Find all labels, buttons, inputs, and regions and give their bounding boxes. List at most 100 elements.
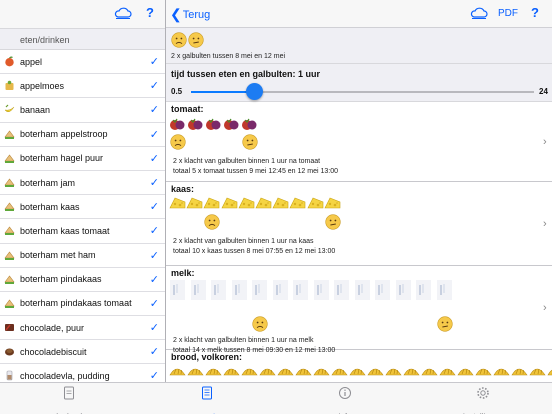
chocolate-icon <box>4 322 15 333</box>
left-help-button[interactable]: ? <box>146 5 154 20</box>
checkmark-icon: ✓ <box>149 128 159 141</box>
cheese-icon <box>272 196 289 216</box>
sad-face-icon <box>252 316 268 337</box>
slider-thumb[interactable] <box>246 83 264 100</box>
unsure-face-icon <box>325 214 341 235</box>
list-item[interactable]: appelmoes ✓ <box>0 74 165 99</box>
milk-icon <box>272 280 293 300</box>
food-label: boterham kaas tomaat <box>20 225 110 236</box>
list-item[interactable]: appel ✓ <box>0 50 165 75</box>
bread-icon <box>493 364 511 382</box>
food-name: tomaat: <box>171 104 204 114</box>
milk-icon <box>415 280 436 300</box>
list-item[interactable]: boterham pindakaas ✓ <box>0 268 165 292</box>
list-item[interactable]: banaan ✓ <box>0 98 165 123</box>
food-report-bread[interactable]: brood, volkoren: <box>166 350 552 382</box>
complaint-line: 2 x klacht van galbulten binnen 1 uur na… <box>173 238 314 245</box>
food-report-milk[interactable]: melk: 2 x klacht van galbulten binnen 1 u… <box>166 266 552 354</box>
food-label: appel <box>20 56 43 67</box>
food-tile-row <box>169 280 456 300</box>
food-label: boterham kaas <box>20 201 80 212</box>
bread-icon <box>511 364 529 382</box>
list-item[interactable]: chocoladebiscuit ✓ <box>0 340 165 365</box>
bread-icon <box>529 364 547 382</box>
cheese-icon <box>255 196 272 216</box>
food-label: appelmoes <box>20 80 65 91</box>
total-line: totaal 5 x tomaat tussen 9 mei 12:45 en … <box>173 168 338 175</box>
complaint-line: 2 x klacht van galbulten binnen 1 uur na… <box>173 337 314 344</box>
milk-icon <box>210 280 231 300</box>
bread-icon <box>241 364 259 382</box>
list-item[interactable]: boterham met ham ✓ <box>0 244 165 268</box>
bread-icon <box>313 364 331 382</box>
cloud-upload-icon[interactable] <box>470 6 488 24</box>
milk-icon <box>374 280 395 300</box>
summary-section: 2 x galbulten tussen 8 mei en 12 mei <box>166 28 552 64</box>
cheese-icon <box>324 196 341 216</box>
sandwich-icon <box>4 298 15 309</box>
milk-icon <box>333 280 354 300</box>
banana-icon <box>4 104 15 115</box>
milk-icon <box>395 280 416 300</box>
bread-icon <box>457 364 475 382</box>
reports-icon <box>138 386 276 405</box>
bread-icon <box>367 364 385 382</box>
slider-title: tijd tussen eten en galbulten: 1 uur <box>171 69 321 79</box>
bread-icon <box>223 364 241 382</box>
list-item[interactable]: boterham appelstroop ✓ <box>0 123 165 147</box>
list-item[interactable]: boterham kaas tomaat ✓ <box>0 219 165 244</box>
cheese-icon <box>221 196 238 216</box>
slider-fill <box>191 91 255 93</box>
tab-dagboek[interactable]: dagboek <box>0 383 138 414</box>
slider-track[interactable] <box>191 91 534 93</box>
checkmark-icon: ✓ <box>149 297 159 310</box>
list-item[interactable]: boterham pindakaas tomaat ✓ <box>0 292 165 317</box>
bread-icon <box>205 364 223 382</box>
back-button[interactable]: ❮Terug <box>170 6 210 23</box>
bread-icon <box>421 364 439 382</box>
bread-icon <box>403 364 421 382</box>
checkmark-icon: ✓ <box>149 370 159 382</box>
report-panel: ❮Terug PDF ? 2 x galbulten tussen 8 mei … <box>166 0 552 382</box>
food-label: banaan <box>20 104 51 115</box>
sandwich-icon <box>4 225 15 236</box>
tab-rapporten[interactable]: rapporten <box>138 383 276 414</box>
food-label: boterham met ham <box>20 250 96 261</box>
food-report-tomato[interactable]: tomaat: 2 x klacht van galbulten binnen 1… <box>166 102 552 182</box>
tomato-icon <box>169 116 187 136</box>
chevron-right-icon[interactable]: › <box>543 218 547 230</box>
list-item[interactable]: boterham kaas ✓ <box>0 195 165 220</box>
chevron-left-icon: ❮ <box>170 6 182 22</box>
food-report-cheese[interactable]: kaas: 2 x klacht van galbulten binnen 1 u… <box>166 182 552 266</box>
chevron-right-icon[interactable]: › <box>543 302 547 314</box>
cloud-sync-icon[interactable] <box>114 6 132 24</box>
milk-icon <box>231 280 252 300</box>
bread-icon <box>169 364 187 382</box>
sandwich-icon <box>4 177 15 188</box>
left-toolbar: ? <box>0 0 165 28</box>
bread-icon <box>439 364 457 382</box>
bread-icon <box>547 364 552 382</box>
right-help-button[interactable]: ? <box>531 5 539 20</box>
checkmark-icon: ✓ <box>149 152 159 165</box>
sandwich-icon <box>4 153 15 164</box>
food-tile-row <box>169 364 552 382</box>
bread-icon <box>349 364 367 382</box>
sandwich-icon <box>4 201 15 212</box>
checkmark-icon: ✓ <box>149 346 159 359</box>
tab-info[interactable]: info <box>276 383 414 414</box>
section-header: eten/drinken <box>0 28 165 50</box>
food-label: boterham jam <box>20 177 76 188</box>
bread-icon <box>475 364 493 382</box>
food-label: chocoladevla, pudding <box>20 371 110 382</box>
chevron-right-icon[interactable]: › <box>543 136 547 148</box>
list-item[interactable]: boterham hagel puur ✓ <box>0 147 165 171</box>
list-item[interactable]: boterham jam ✓ <box>0 171 165 196</box>
sad-face-icon <box>204 214 220 235</box>
list-item[interactable]: chocolade, puur ✓ <box>0 316 165 341</box>
report-toolbar: ❮Terug PDF ? <box>166 0 552 28</box>
list-item[interactable]: chocoladevla, pudding ✓ <box>0 364 165 382</box>
pdf-button[interactable]: PDF <box>498 8 518 19</box>
milk-icon <box>436 280 457 300</box>
tab-instellingen[interactable]: instellingen <box>414 383 552 414</box>
